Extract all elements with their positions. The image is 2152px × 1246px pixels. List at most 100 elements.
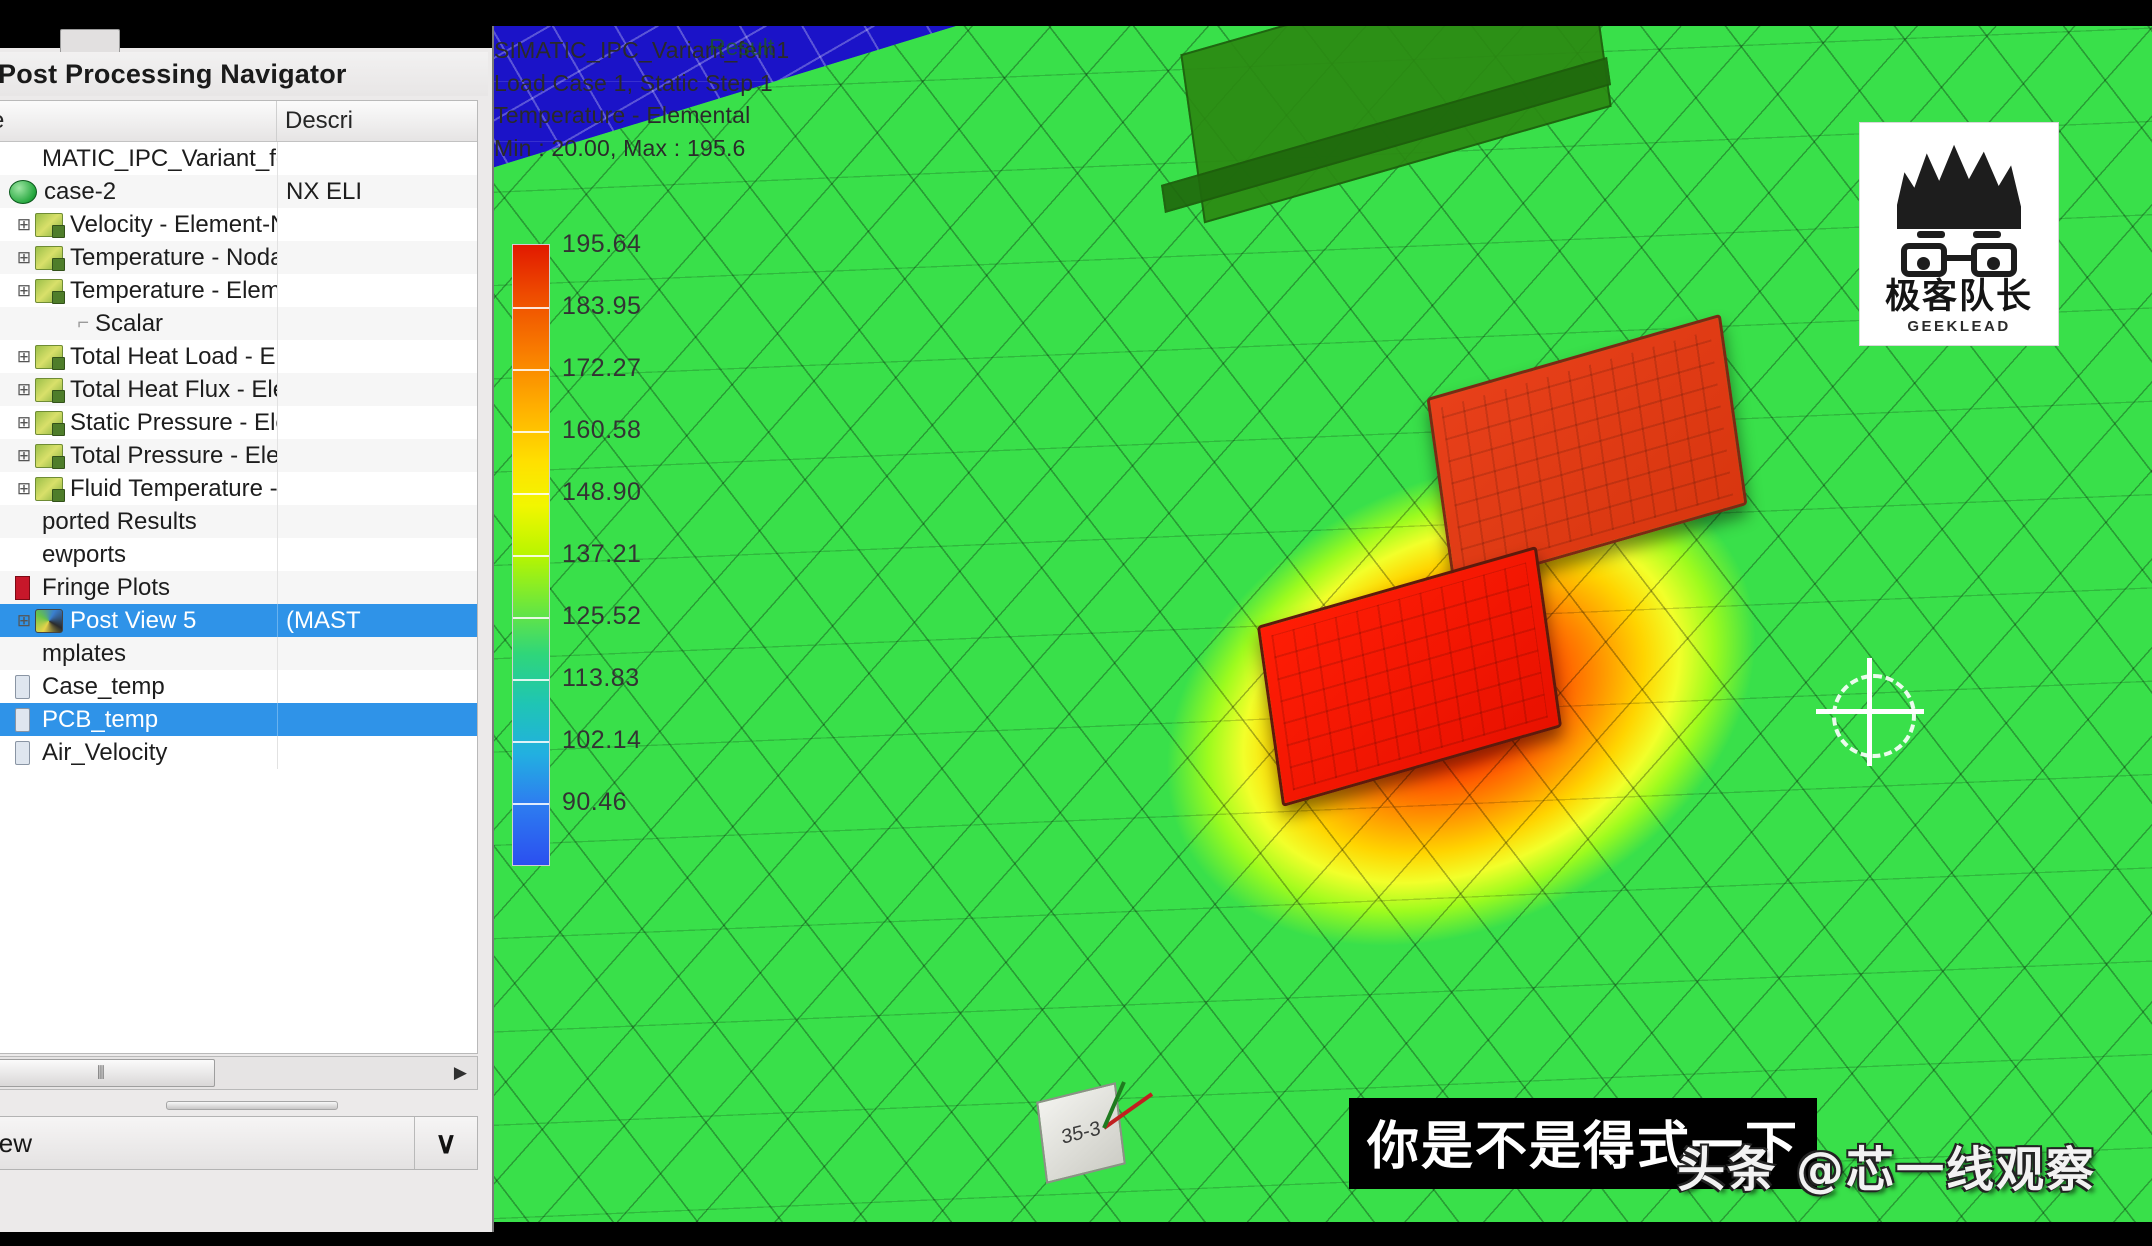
panel-splitter[interactable] [0, 1096, 478, 1112]
tree-row-list: MATIC_IPC_Variant_fem1_sim1case-2NX ELI⊞… [0, 142, 477, 769]
channel-watermark: 头条 @芯一线观察 [1677, 1142, 2096, 1198]
color-legend-bar[interactable] [512, 244, 550, 866]
tree-row-label: Air_Velocity [42, 738, 168, 766]
globe-icon [9, 179, 37, 204]
tree-row[interactable]: ⊞ Velocity - Element-Nodal [0, 208, 477, 241]
mascot-glasses-icon [1901, 243, 2017, 277]
result-icon [35, 344, 65, 370]
cube-icon [35, 608, 63, 633]
tree-row[interactable]: ⊞ Post View 5 (MAST [0, 604, 477, 637]
tree-row-description-cell [277, 307, 477, 340]
tree-row-label: Velocity - Element-Nodal [70, 210, 277, 238]
tree-row-name-cell: Case_temp [0, 670, 277, 703]
tree-row[interactable]: case-2 NX ELI [0, 175, 477, 208]
column-header-description[interactable]: Descri [277, 101, 477, 141]
tree-row-description-cell [277, 439, 477, 472]
tree-row[interactable]: ewports [0, 538, 477, 571]
tree-row-name-cell: mplates [0, 637, 277, 670]
tree-row-description-cell: NX ELI [277, 175, 477, 208]
expand-toggle-icon[interactable]: ⊞ [13, 215, 35, 235]
legend-tick-label: 137.21 [562, 540, 642, 568]
tree-row-label: mplates [42, 639, 127, 667]
expand-toggle-icon[interactable]: ⊞ [13, 248, 35, 268]
tree-row-label: PCB_temp [42, 705, 159, 733]
tree-row-name-cell: PCB_temp [0, 703, 277, 736]
tree-row[interactable]: Air_Velocity [0, 736, 477, 769]
tree-row[interactable]: ⊞ Temperature - Nodal [0, 241, 477, 274]
expand-toggle-icon[interactable]: ⊞ [13, 611, 35, 631]
tree-row-description-cell [277, 472, 477, 505]
scroll-right-arrow-icon[interactable]: ▶ [454, 1063, 467, 1083]
none-icon [9, 643, 35, 665]
tree-row-name-cell: Air_Velocity [0, 736, 277, 769]
tree-row[interactable]: ⌐ Scalar [0, 307, 477, 340]
tree-row[interactable]: ⊞ Fluid Temperature - Elem... [0, 472, 477, 505]
expand-toggle-icon[interactable]: ⊞ [13, 413, 35, 433]
tree-row-name-cell: ⌐ Scalar [0, 307, 277, 340]
tree-row[interactable]: Case_temp [0, 670, 477, 703]
tree-row-label: Post View 5 [70, 606, 197, 634]
tree-row-description-cell [277, 373, 477, 406]
column-header-name[interactable]: e [0, 101, 277, 141]
tree-row-name-cell: MATIC_IPC_Variant_fem1_sim1 [0, 142, 277, 175]
tree-row-description-cell [277, 637, 477, 670]
expand-toggle-icon[interactable]: ⊞ [13, 380, 35, 400]
tree-row-description-cell [277, 736, 477, 769]
none-icon [9, 544, 35, 566]
tree-row-description-cell [277, 274, 477, 307]
legend-tick-label: 195.64 [562, 230, 642, 258]
tree-row-label: Static Pressure - Elemen... [70, 408, 277, 436]
tree-row[interactable]: mplates [0, 637, 477, 670]
tree-row-label: Fluid Temperature - Elem... [70, 474, 277, 502]
navigator-tree[interactable]: e Descri MATIC_IPC_Variant_fem1_sim1case… [0, 100, 478, 1054]
legend-tick-label: 113.83 [562, 664, 640, 692]
view-selector-bar[interactable]: iew ∨ [0, 1116, 478, 1170]
tree-horizontal-scrollbar[interactable]: ⦀ ▶ [0, 1056, 478, 1090]
result-icon [35, 410, 65, 436]
result-icon [35, 212, 65, 238]
tree-row-name-cell: ⊞ Post View 5 [0, 604, 277, 637]
tree-row-label: ewports [42, 540, 127, 568]
tree-row[interactable]: MATIC_IPC_Variant_fem1_sim1 [0, 142, 477, 175]
panel-title: Post Processing Navigator [0, 52, 488, 96]
tree-row-label: Scalar [95, 309, 164, 337]
tree-row[interactable]: PCB_temp [0, 703, 477, 736]
tree-row[interactable]: ⊞ Temperature - Elemental [0, 274, 477, 307]
chevron-down-icon[interactable]: ∨ [414, 1117, 477, 1169]
view-selector-label: iew [0, 1127, 33, 1158]
graphics-viewport[interactable]: SIMATIC_IPC_Variant_fem1 Load Case 1, St… [494, 26, 2152, 1222]
tree-row-description-cell: (MAST [277, 604, 477, 637]
result-icon [35, 278, 65, 304]
tree-row-name-cell: ⊞ Total Heat Load - Elemen... [0, 340, 277, 373]
panel-tabstrip [0, 26, 492, 56]
none-icon [9, 148, 35, 170]
tree-connector-icon: ⌐ [77, 312, 89, 334]
tree-row-description-cell [277, 406, 477, 439]
tree-row-description-cell [277, 142, 477, 175]
tree-row-name-cell: ewports [0, 538, 277, 571]
mascot-brows-icon [1917, 231, 2001, 239]
tree-row[interactable]: ⊞ Total Heat Flux - Elemen... [0, 373, 477, 406]
legend-tick-label: 160.58 [562, 416, 642, 444]
tree-row-description-cell [277, 670, 477, 703]
tree-row-label: Total Heat Load - Elemen... [70, 342, 277, 370]
expand-toggle-icon[interactable]: ⊞ [13, 281, 35, 301]
tree-row[interactable]: ⊞ Static Pressure - Elemen... [0, 406, 477, 439]
tree-row-name-cell: case-2 [0, 175, 277, 208]
tree-row-name-cell: Fringe Plots [0, 571, 277, 604]
tree-row-label: Total Pressure - Element... [70, 441, 277, 469]
expand-toggle-icon[interactable]: ⊞ [13, 347, 35, 367]
tree-row-description-cell [277, 571, 477, 604]
tree-row-label: Temperature - Nodal [70, 243, 277, 271]
scrollbar-thumb[interactable]: ⦀ [0, 1059, 215, 1087]
legend-tick-label: 172.27 [562, 354, 642, 382]
tree-row[interactable]: ⊞ Total Heat Load - Elemen... [0, 340, 477, 373]
tree-row-name-cell: ⊞ Velocity - Element-Nodal [0, 208, 277, 241]
tree-row[interactable]: ⊞ Total Pressure - Element... [0, 439, 477, 472]
expand-toggle-icon[interactable]: ⊞ [13, 479, 35, 499]
tree-row[interactable]: Fringe Plots [0, 571, 477, 604]
expand-toggle-icon[interactable]: ⊞ [13, 446, 35, 466]
tree-row[interactable]: ported Results [0, 505, 477, 538]
tree-column-header: e Descri [0, 101, 477, 142]
splitter-grip-icon[interactable] [166, 1101, 338, 1110]
